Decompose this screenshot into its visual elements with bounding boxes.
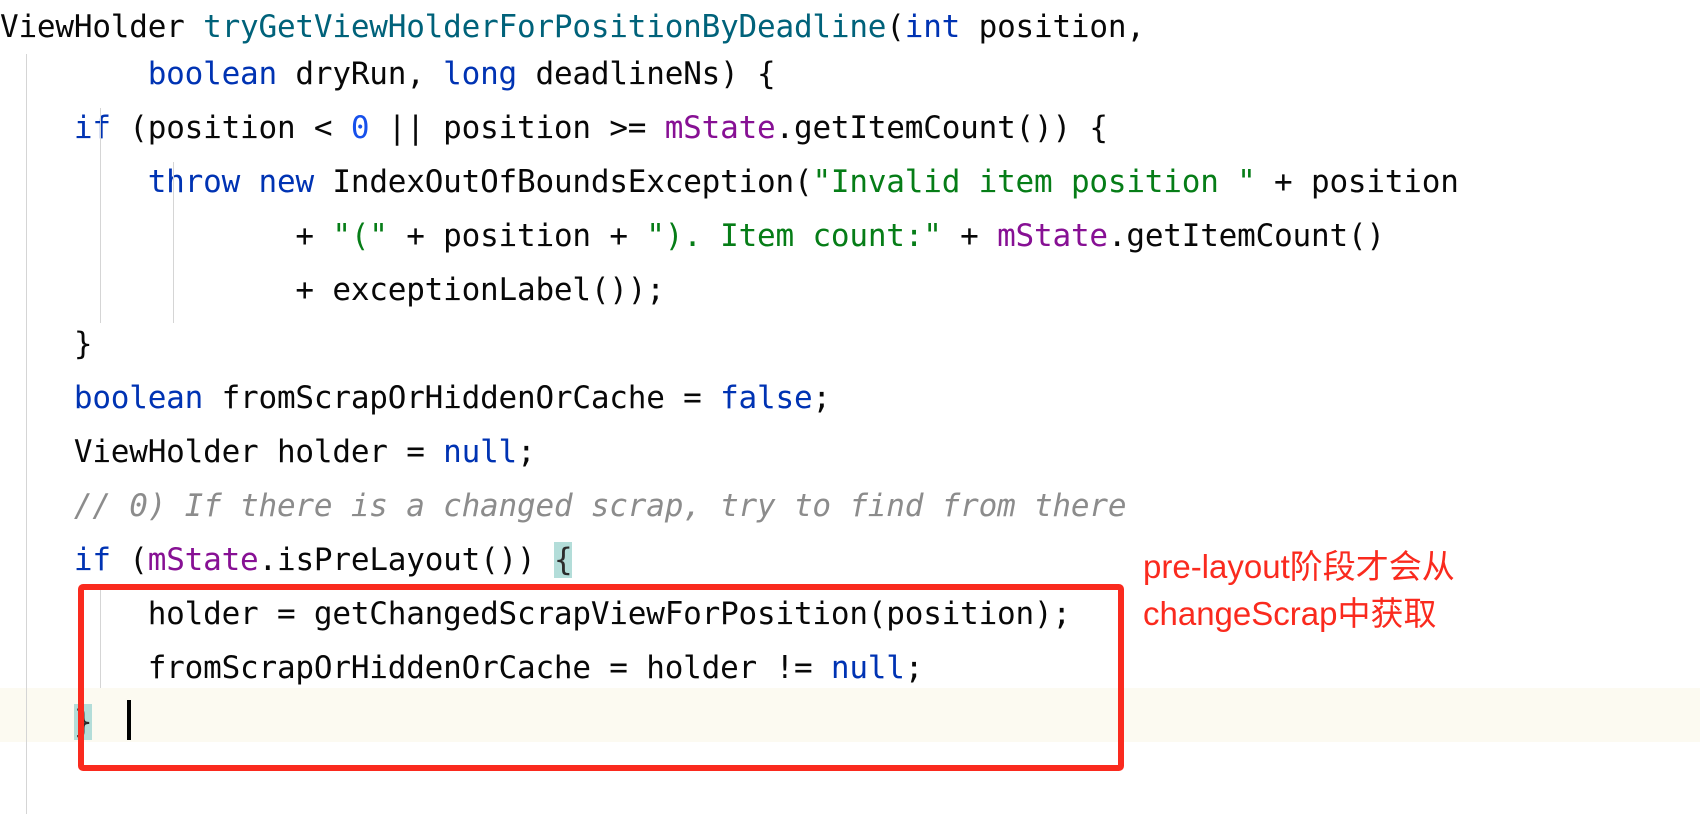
code-token: deadlineNs) { [517, 56, 776, 92]
code-token: false [720, 380, 813, 416]
code-token: "). Item count:" [646, 218, 942, 254]
indent-guide-3 [173, 162, 174, 323]
code-token: "Invalid item position " [812, 164, 1256, 200]
code-token: long [443, 56, 518, 92]
code-token: if [73, 542, 111, 578]
code-line[interactable]: holder = getChangedScrapViewForPosition(… [0, 587, 1071, 641]
code-line[interactable]: ViewHolder tryGetViewHolderForPositionBy… [0, 0, 1145, 54]
indent-guide-1 [26, 54, 27, 814]
code-token: position, [960, 9, 1145, 45]
code-token: ; [904, 650, 924, 686]
code-line[interactable]: ViewHolder holder = null; [0, 425, 536, 479]
code-token: // 0) If there is a changed scrap, try t… [73, 488, 1127, 524]
code-token: boolean [147, 56, 277, 92]
code-token: mState [997, 218, 1108, 254]
code-token: + [941, 218, 998, 254]
code-token: .getItemCount() [1107, 218, 1385, 254]
code-token: null [830, 650, 905, 686]
code-token: tryGetViewHolderForPositionByDeadline [203, 9, 887, 45]
code-token: (position < [110, 110, 351, 146]
code-token: + position [1255, 164, 1459, 200]
code-token: boolean [73, 380, 204, 416]
code-line[interactable]: fromScrapOrHiddenOrCache = holder != nul… [0, 641, 924, 695]
code-line[interactable]: // 0) If there is a changed scrap, try t… [0, 479, 1127, 533]
code-token: ; [812, 380, 831, 416]
code-token: dryRun, [276, 56, 444, 92]
code-token: ( [886, 9, 905, 45]
code-token: fromScrapOrHiddenOrCache = [203, 380, 721, 416]
code-token: holder = getChangedScrapViewForPosition(… [147, 596, 1071, 632]
code-token: mState [664, 110, 776, 146]
text-caret [127, 700, 131, 740]
code-token: } [73, 326, 93, 362]
code-token: .getItemCount()) { [775, 110, 1109, 146]
annotation-text-line-2: changeScrap中获取 [1143, 595, 1437, 632]
code-token: + position + [387, 218, 647, 254]
code-token: 0 [350, 110, 370, 146]
code-line[interactable]: + "(" + position + "). Item count:" + mS… [0, 209, 1385, 263]
code-token: throw [147, 164, 241, 200]
code-token: ViewHolder [0, 9, 204, 45]
code-editor[interactable]: ViewHolder tryGetViewHolderForPositionBy… [0, 0, 1700, 814]
code-token: .isPreLayout()) [258, 542, 554, 578]
code-line[interactable]: } [0, 317, 93, 371]
code-token: { [553, 542, 573, 578]
indent-guide-4 [100, 589, 101, 688]
code-line[interactable]: if (mState.isPreLayout()) { [0, 533, 573, 587]
code-line[interactable]: boolean fromScrapOrHiddenOrCache = false… [0, 371, 831, 425]
code-token: IndexOutOfBoundsException( [313, 164, 813, 200]
code-token: "(" [332, 218, 388, 254]
code-lines[interactable]: ViewHolder tryGetViewHolderForPositionBy… [0, 0, 1700, 814]
code-token: + exceptionLabel()); [295, 272, 665, 308]
code-line[interactable]: throw new IndexOutOfBoundsException("Inv… [0, 155, 1459, 209]
code-line[interactable]: } [0, 695, 93, 749]
code-token: ViewHolder holder = [73, 434, 444, 470]
annotation-text-line-1: pre-layout阶段才会从 [1143, 548, 1455, 585]
code-line[interactable]: boolean dryRun, long deadlineNs) { [0, 47, 776, 101]
code-token: ( [110, 542, 148, 578]
code-token: + [295, 218, 333, 254]
code-token: new [258, 164, 315, 200]
code-token: || position >= [369, 110, 665, 146]
code-token: ; [517, 434, 536, 470]
code-token: fromScrapOrHiddenOrCache = holder != [147, 650, 831, 686]
code-line[interactable]: if (position < 0 || position >= mState.g… [0, 101, 1108, 155]
indent-guide-2 [100, 108, 101, 323]
code-token: mState [147, 542, 259, 578]
code-token: if [73, 110, 111, 146]
code-token: int [904, 9, 961, 45]
code-token: null [443, 434, 517, 470]
code-token: } [73, 704, 93, 740]
